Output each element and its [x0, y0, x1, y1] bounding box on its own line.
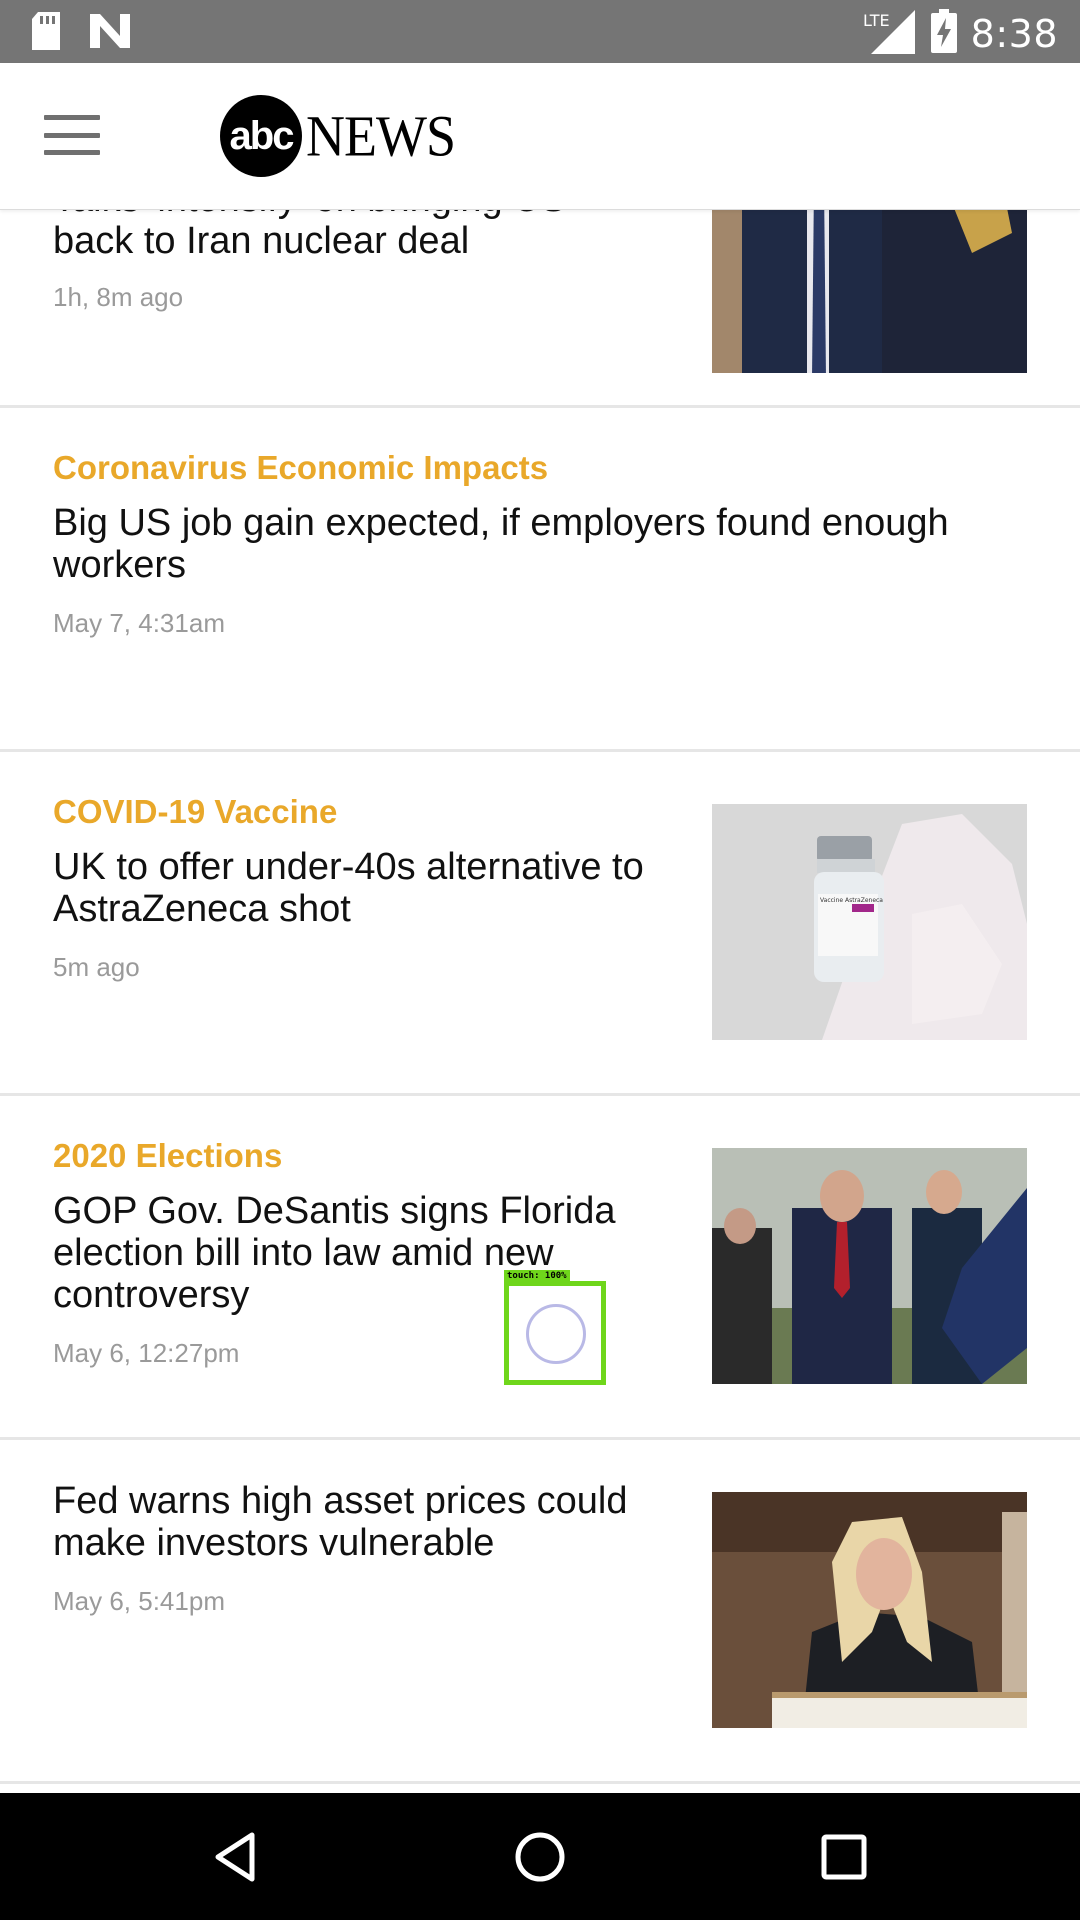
svg-text:LTE: LTE	[863, 11, 890, 30]
svg-text:Vaccine AstraZeneca: Vaccine AstraZeneca	[820, 897, 883, 904]
story-image-fed[interactable]	[712, 1492, 1027, 1728]
news-feed[interactable]: Talks 'intensify' on bringing US back to…	[0, 63, 1080, 1793]
story-image-desantis[interactable]	[712, 1148, 1027, 1384]
story-headline: back to Iran nuclear deal	[53, 220, 470, 262]
touch-indicator-circle	[526, 1304, 586, 1364]
story-card[interactable]: COVID-19 Vaccine UK to offer under-40s a…	[0, 752, 1080, 1096]
clock: 8:38	[970, 11, 1058, 56]
story-headline: Big US job gain expected, if employers f…	[53, 502, 949, 586]
status-bar: LTE 8:38	[0, 0, 1080, 63]
story-time: 1h, 8m ago	[53, 282, 184, 312]
story-card[interactable]: Fed warns high asset prices could make i…	[0, 1440, 1080, 1784]
hamburger-menu-icon[interactable]	[44, 115, 100, 155]
n-logo-icon	[90, 14, 130, 53]
sd-card-icon	[30, 12, 62, 55]
recents-icon[interactable]	[808, 1821, 880, 1893]
story-category[interactable]: Coronavirus Economic Impacts	[53, 448, 1013, 488]
story-card[interactable]: 2020 Elections GOP Gov. DeSantis signs F…	[0, 1096, 1080, 1440]
navigation-bar	[0, 1793, 1080, 1920]
back-icon[interactable]	[200, 1821, 272, 1893]
story-category[interactable]: 2020 Elections	[53, 1136, 673, 1176]
story-image-vaccine[interactable]: Vaccine AstraZeneca	[712, 804, 1027, 1040]
battery-charging-icon	[930, 9, 957, 58]
app-header: abc NEWS	[0, 63, 1080, 210]
story-headline: Fed warns high asset prices could make i…	[53, 1480, 628, 1564]
story-category[interactable]: COVID-19 Vaccine	[53, 792, 673, 832]
story-time: May 6, 5:41pm	[53, 1586, 225, 1616]
logo-word: NEWS	[306, 103, 456, 169]
abc-news-logo[interactable]: abc NEWS	[220, 93, 456, 179]
home-icon[interactable]	[504, 1821, 576, 1893]
lte-signal-icon: LTE	[863, 8, 917, 59]
story-headline: UK to offer under-40s alternative to Ast…	[53, 846, 644, 930]
story-time: May 7, 4:31am	[53, 608, 225, 638]
story-time: 5m ago	[53, 952, 140, 982]
logo-circle: abc	[220, 95, 302, 177]
story-card[interactable]: Coronavirus Economic Impacts Big US job …	[0, 408, 1080, 752]
